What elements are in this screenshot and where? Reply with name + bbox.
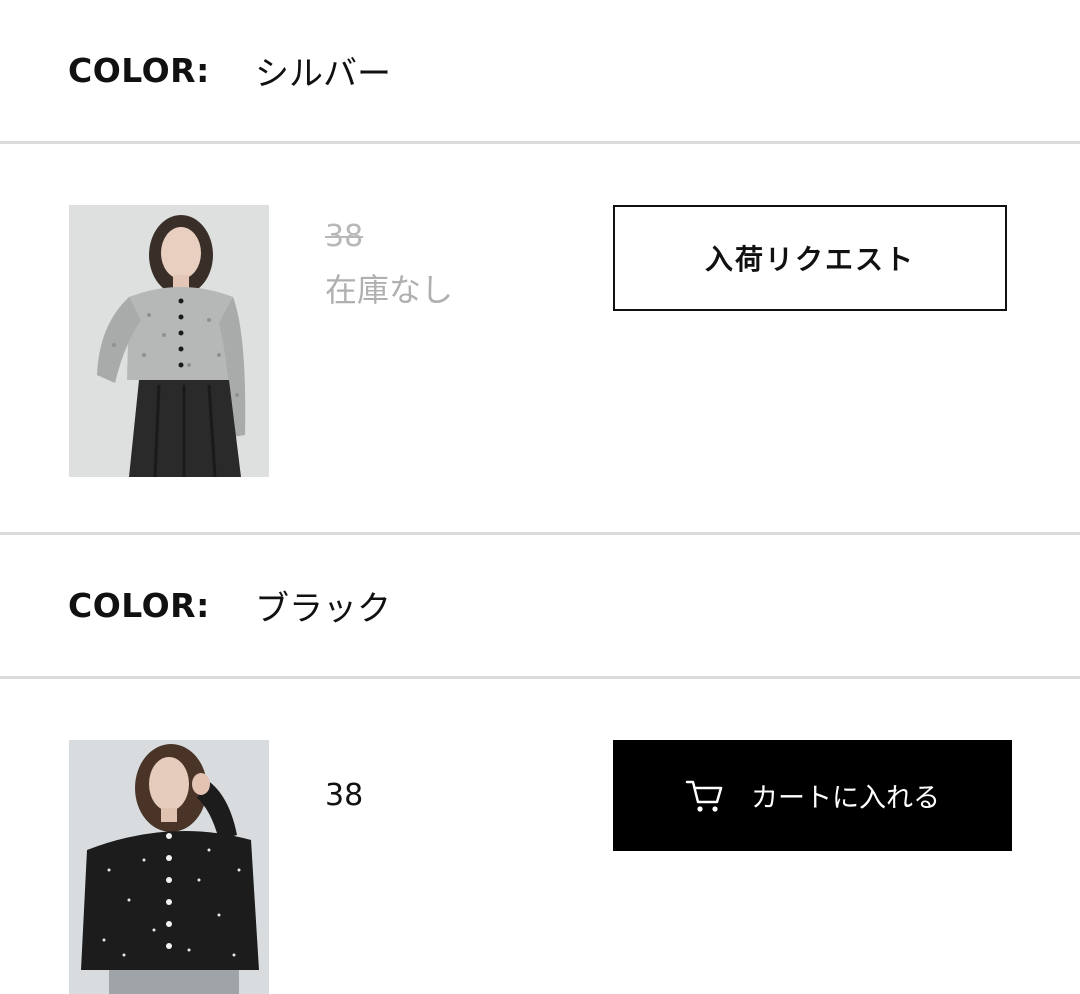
add-to-cart-label: カートに入れる	[751, 783, 940, 814]
variant-row-black: 38 カートに入れる	[0, 740, 1080, 994]
product-thumbnail[interactable]	[69, 205, 269, 477]
color-header-black: COLOR: ブラック	[0, 535, 1080, 675]
size-label: 38	[325, 778, 364, 813]
divider	[0, 676, 1080, 679]
add-to-cart-button[interactable]: カートに入れる	[613, 740, 1012, 851]
color-value: ブラック	[255, 588, 391, 629]
size-label: 38	[325, 219, 364, 254]
divider	[0, 141, 1080, 144]
cart-icon	[685, 780, 723, 812]
color-value: シルバー	[255, 53, 391, 94]
model-photo-black	[69, 740, 269, 994]
color-label: COLOR:	[68, 585, 210, 625]
product-thumbnail[interactable]	[69, 740, 269, 994]
stock-status: 在庫なし	[325, 271, 454, 309]
restock-request-button[interactable]: 入荷リクエスト	[613, 205, 1007, 311]
model-photo-silver	[69, 205, 269, 477]
color-label: COLOR:	[68, 50, 210, 90]
variant-row-silver: 38 在庫なし 入荷リクエスト	[0, 205, 1080, 480]
restock-request-label: 入荷リクエスト	[704, 243, 915, 276]
color-header-silver: COLOR: シルバー	[0, 0, 1080, 140]
